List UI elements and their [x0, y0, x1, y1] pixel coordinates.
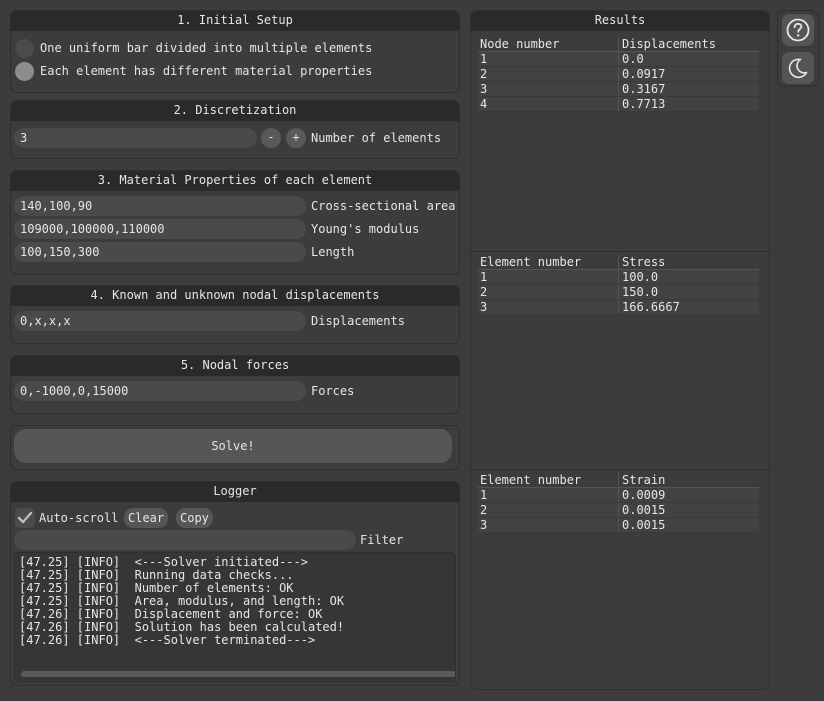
- material-properties-title: 3. Material Properties of each element: [11, 171, 459, 191]
- table-row: 2 0.0015: [478, 503, 759, 518]
- side-toolbar: [777, 10, 819, 87]
- filter-input[interactable]: [14, 530, 356, 550]
- checkmark-icon: [17, 511, 33, 524]
- results-divider: [471, 469, 769, 470]
- table-cell: 1: [478, 270, 619, 284]
- radio-uniform-bar[interactable]: [15, 38, 34, 58]
- discretization-title: 2. Discretization: [11, 101, 459, 121]
- results-divider: [471, 251, 769, 252]
- logger-panel: Logger Auto-scroll Clear Copy Filter [47…: [10, 481, 460, 686]
- solve-button[interactable]: Solve!: [14, 429, 452, 463]
- forces-input[interactable]: 0,-1000,0,15000: [14, 381, 306, 401]
- table-cell: 4: [478, 97, 619, 111]
- initial-setup-title: 1. Initial Setup: [11, 11, 459, 31]
- results-title: Results: [471, 11, 769, 31]
- youngs-modulus-label: Young's modulus: [311, 222, 420, 236]
- table-row: 1 0.0009: [478, 488, 759, 503]
- table-cell: 0.0015: [622, 503, 666, 517]
- table-cell: 150.0: [622, 285, 659, 299]
- copy-button[interactable]: Copy: [176, 508, 213, 528]
- displacements-input[interactable]: 0,x,x,x: [14, 311, 306, 331]
- option-uniform-bar-label: One uniform bar divided into multiple el…: [40, 41, 373, 55]
- table-row: 3 0.0015: [478, 518, 759, 533]
- logger-title: Logger: [11, 482, 459, 502]
- table-cell: 166.6667: [622, 300, 680, 314]
- column-header: Stress: [622, 255, 666, 269]
- discretization-panel: 2. Discretization 3 - + Number of elemen…: [10, 100, 460, 159]
- table-header: Element number Strain: [478, 472, 759, 488]
- nodal-forces-title: 5. Nodal forces: [11, 356, 459, 376]
- results-panel: Results Node number Displacements 1 0.0 …: [470, 10, 770, 690]
- table-cell: 0.7713: [622, 97, 666, 111]
- log-output[interactable]: [47.25] [INFO] <---Solver initiated---> …: [14, 552, 456, 682]
- initial-setup-panel: 1. Initial Setup One uniform bar divided…: [10, 10, 460, 93]
- increment-button[interactable]: +: [286, 128, 306, 148]
- table-cell: 2: [478, 285, 619, 299]
- option-uniform-bar[interactable]: One uniform bar divided into multiple el…: [15, 38, 372, 58]
- help-button[interactable]: [782, 14, 814, 46]
- stress-table: Element number Stress 1 100.0 2 150.0 3 …: [478, 254, 759, 315]
- table-cell: 0.0917: [622, 67, 666, 81]
- filter-label: Filter: [360, 533, 404, 547]
- table-cell: 0.0: [622, 52, 644, 66]
- table-row: 3 166.6667: [478, 300, 759, 315]
- clear-button[interactable]: Clear: [124, 508, 169, 528]
- youngs-modulus-input[interactable]: 109000,100000,110000: [14, 219, 306, 239]
- displacements-label: Displacements: [311, 314, 405, 328]
- cross-sectional-area-label: Cross-sectional area: [311, 199, 456, 213]
- autoscroll-checkbox[interactable]: [15, 508, 35, 528]
- table-cell: 3: [478, 300, 619, 314]
- displacements-table: Node number Displacements 1 0.0 2 0.0917…: [478, 36, 759, 112]
- column-header: Element number: [478, 472, 619, 487]
- forces-label: Forces: [311, 384, 355, 398]
- solve-panel: Solve!: [10, 425, 460, 470]
- table-header: Node number Displacements: [478, 36, 759, 52]
- moon-icon: [788, 58, 808, 79]
- table-row: 2 150.0: [478, 285, 759, 300]
- column-header: Node number: [478, 36, 619, 51]
- autoscroll-label: Auto-scroll: [39, 511, 119, 525]
- log-line: [47.26] [INFO] <---Solver terminated--->: [19, 633, 316, 647]
- table-cell: 100.0: [622, 270, 659, 284]
- number-of-elements-label: Number of elements: [311, 131, 442, 145]
- table-row: 2 0.0917: [478, 67, 759, 82]
- material-properties-panel: 3. Material Properties of each element 1…: [10, 170, 460, 275]
- decrement-button[interactable]: -: [261, 128, 281, 148]
- theme-toggle-button[interactable]: [782, 52, 814, 84]
- table-row: 3 0.3167: [478, 82, 759, 97]
- nodal-forces-panel: 5. Nodal forces 0,-1000,0,15000 Forces: [10, 355, 460, 414]
- question-mark-icon: [786, 18, 810, 42]
- table-cell: 0.3167: [622, 82, 666, 96]
- table-cell: 2: [478, 67, 619, 81]
- column-header: Element number: [478, 254, 619, 269]
- nodal-displacements-title: 4. Known and unknown nodal displacements: [11, 286, 459, 306]
- option-different-materials-label: Each element has different material prop…: [40, 64, 373, 78]
- table-header: Element number Stress: [478, 254, 759, 270]
- table-row: 1 0.0: [478, 52, 759, 67]
- table-cell: 0.0009: [622, 488, 666, 502]
- table-row: 1 100.0: [478, 270, 759, 285]
- column-header: Strain: [622, 473, 666, 487]
- table-cell: 3: [478, 518, 619, 532]
- radio-different-materials[interactable]: [15, 61, 34, 81]
- nodal-displacements-panel: 4. Known and unknown nodal displacements…: [10, 285, 460, 344]
- number-of-elements-input[interactable]: 3: [14, 128, 257, 148]
- table-cell: 3: [478, 82, 619, 96]
- option-different-materials[interactable]: Each element has different material prop…: [15, 61, 372, 81]
- length-label: Length: [311, 245, 355, 259]
- table-cell: 1: [478, 52, 619, 66]
- log-horizontal-scrollbar[interactable]: [21, 671, 455, 677]
- length-input[interactable]: 100,150,300: [14, 242, 306, 262]
- table-cell: 2: [478, 503, 619, 517]
- table-cell: 1: [478, 488, 619, 502]
- table-row: 4 0.7713: [478, 97, 759, 112]
- column-header: Displacements: [622, 37, 716, 51]
- cross-sectional-area-input[interactable]: 140,100,90: [14, 196, 306, 216]
- table-cell: 0.0015: [622, 518, 666, 532]
- strain-table: Element number Strain 1 0.0009 2 0.0015 …: [478, 472, 759, 533]
